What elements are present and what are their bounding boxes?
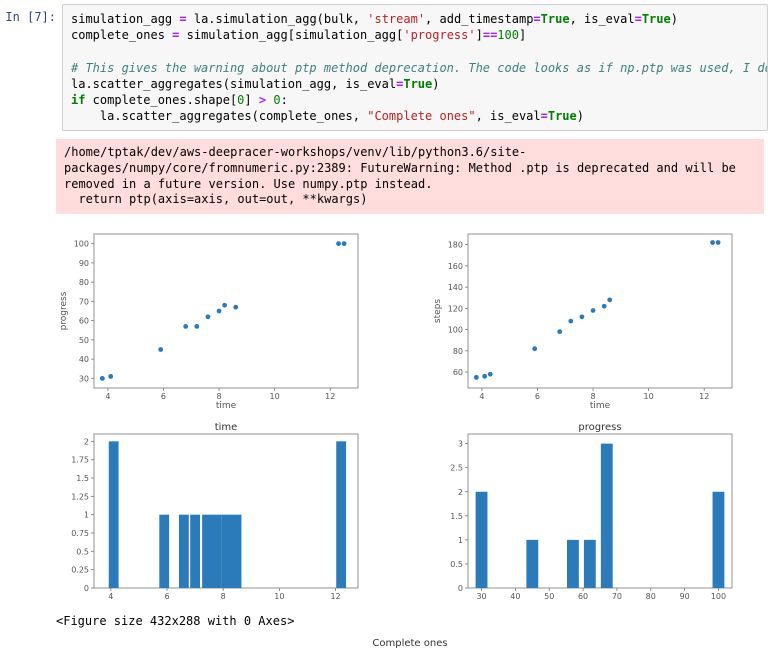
svg-text:2: 2 <box>458 487 463 496</box>
svg-text:2: 2 <box>84 437 89 446</box>
svg-text:progress: progress <box>578 422 621 433</box>
code-cell: In [7]: simulation_agg = la.simulation_a… <box>0 0 768 135</box>
svg-text:0: 0 <box>458 584 463 593</box>
figure-repr-text: <Figure size 432x288 with 0 Axes> <box>56 614 764 628</box>
svg-text:60: 60 <box>79 316 89 325</box>
svg-text:4: 4 <box>105 392 110 401</box>
svg-text:8: 8 <box>217 392 222 401</box>
svg-text:1.5: 1.5 <box>450 512 463 521</box>
svg-text:8: 8 <box>221 592 226 601</box>
svg-text:140: 140 <box>448 283 463 292</box>
svg-text:12: 12 <box>330 592 340 601</box>
svg-text:80: 80 <box>79 278 89 287</box>
svg-text:60: 60 <box>453 368 463 377</box>
svg-text:3: 3 <box>458 439 463 448</box>
svg-text:6: 6 <box>535 392 540 401</box>
svg-text:progress: progress <box>59 291 69 330</box>
svg-text:2.5: 2.5 <box>450 463 463 472</box>
svg-text:90: 90 <box>680 592 690 601</box>
svg-text:0.75: 0.75 <box>71 529 89 538</box>
svg-text:100: 100 <box>448 325 463 334</box>
svg-text:time: time <box>590 401 611 410</box>
chart-steps-vs-time: 4 6 8 10 12 60 80 100 120 140 160 180 time steps <box>430 220 740 410</box>
svg-text:70: 70 <box>79 297 89 306</box>
svg-text:180: 180 <box>448 240 463 249</box>
chart-time-hist: time 4 6 8 10 12 0 0.25 0.5 0.75 1 1.25 1.5 1.75 2 <box>56 420 366 610</box>
svg-text:1.75: 1.75 <box>71 455 89 464</box>
svg-text:100: 100 <box>711 592 726 601</box>
warning-output: /home/tptak/dev/aws-deepracer-workshops/… <box>56 139 764 213</box>
svg-text:50: 50 <box>79 336 89 345</box>
svg-text:steps: steps <box>433 298 443 322</box>
plot-subtitle: Complete ones <box>56 638 764 649</box>
svg-text:0.25: 0.25 <box>71 565 89 574</box>
svg-text:12: 12 <box>325 392 335 401</box>
svg-text:1: 1 <box>458 536 463 545</box>
svg-text:160: 160 <box>448 262 463 271</box>
svg-text:50: 50 <box>544 592 554 601</box>
svg-text:time: time <box>215 422 238 433</box>
svg-text:10: 10 <box>274 592 284 601</box>
chart-progress-hist: progress 30 40 50 60 70 80 90 100 0 0.5 1 1.5 2 2.5 3 <box>430 420 740 610</box>
svg-text:8: 8 <box>591 392 596 401</box>
svg-text:4: 4 <box>479 392 484 401</box>
svg-text:30: 30 <box>476 592 486 601</box>
svg-text:1.25: 1.25 <box>71 492 89 501</box>
svg-text:40: 40 <box>510 592 520 601</box>
svg-text:80: 80 <box>646 592 656 601</box>
svg-text:time: time <box>216 401 237 410</box>
cell-output: /home/tptak/dev/aws-deepracer-workshops/… <box>56 139 764 648</box>
svg-text:1.5: 1.5 <box>76 474 89 483</box>
svg-text:10: 10 <box>270 392 280 401</box>
svg-text:40: 40 <box>79 355 89 364</box>
svg-text:90: 90 <box>79 259 89 268</box>
svg-text:6: 6 <box>164 592 169 601</box>
svg-text:120: 120 <box>448 304 463 313</box>
svg-text:4: 4 <box>108 592 113 601</box>
svg-text:60: 60 <box>578 592 588 601</box>
svg-text:6: 6 <box>161 392 166 401</box>
svg-text:1: 1 <box>84 510 89 519</box>
plot-grid: 468101230405060708090100timeprogress 468… <box>56 220 764 610</box>
svg-text:80: 80 <box>453 347 463 356</box>
chart-progress-vs-time: 4 6 8 10 12 30 40 50 60 70 80 90 100 time progress <box>56 220 366 410</box>
svg-text:70: 70 <box>612 592 622 601</box>
svg-text:0.5: 0.5 <box>450 560 463 569</box>
svg-text:100: 100 <box>74 239 89 248</box>
svg-text:0: 0 <box>84 584 89 593</box>
code-source[interactable]: simulation_agg = la.simulation_agg(bulk,… <box>62 4 768 131</box>
svg-text:12: 12 <box>699 392 709 401</box>
svg-text:0.5: 0.5 <box>76 547 89 556</box>
svg-text:30: 30 <box>79 374 89 383</box>
cell-prompt: In [7]: <box>0 4 62 131</box>
svg-text:10: 10 <box>644 392 654 401</box>
